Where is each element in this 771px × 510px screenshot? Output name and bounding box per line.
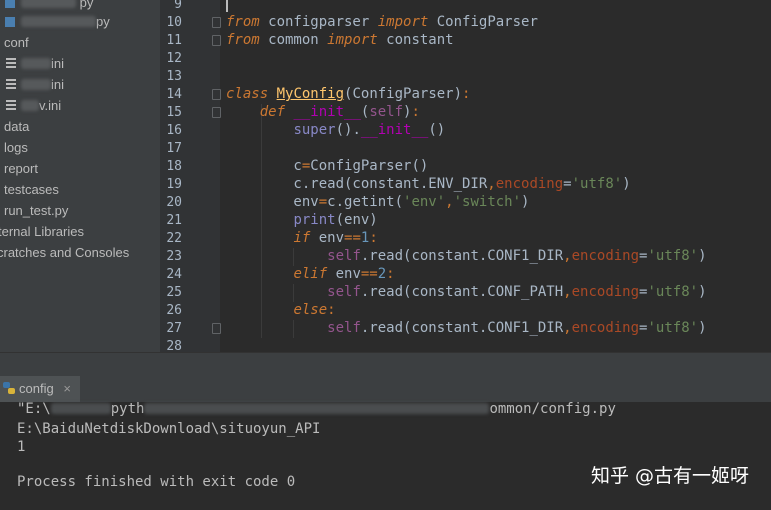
- tree-item-label: run_test.py: [4, 203, 69, 218]
- cmd-text: ommon/config.py: [489, 401, 616, 417]
- ini-file-icon: [4, 76, 18, 89]
- blurred-name: [21, 0, 76, 8]
- code-line-14[interactable]: class MyConfig(ConfigParser):: [226, 85, 470, 103]
- code-line-23[interactable]: self.read(constant.CONF1_DIR,encoding='u…: [226, 247, 706, 265]
- code-line-16[interactable]: super().__init__(): [226, 121, 445, 139]
- blurred-path: [50, 403, 111, 414]
- cmd-text: "E:\: [17, 401, 51, 417]
- blurred-name: [21, 79, 51, 90]
- tree-item-label: conf: [4, 35, 29, 50]
- code-line-27[interactable]: self.read(constant.CONF1_DIR,encoding='u…: [226, 319, 706, 337]
- watermark: 知乎 @古有一姬呀: [590, 465, 749, 487]
- tree-item-label: testcases: [4, 182, 59, 197]
- console-cwd-line: E:\BaiduNetdiskDownload\situoyun_API: [17, 421, 321, 437]
- panel-divider[interactable]: [0, 352, 771, 377]
- python-file-icon: [4, 13, 18, 27]
- tree-item-folder-data[interactable]: data: [4, 116, 29, 137]
- cmd-text: pyth: [110, 401, 145, 417]
- code-line-24[interactable]: elif env==2:: [226, 265, 394, 283]
- fold-marker[interactable]: [212, 89, 221, 100]
- line-number: 17: [166, 141, 182, 156]
- tree-item-label: py: [79, 0, 94, 10]
- console-exit-line: Process finished with exit code 0: [17, 474, 296, 490]
- code-line-26[interactable]: else:: [226, 301, 335, 319]
- tree-item-ini-3[interactable]: v.ini: [4, 95, 61, 116]
- code-line-21[interactable]: print(env): [226, 211, 377, 229]
- fold-marker[interactable]: [212, 107, 221, 118]
- tree-item-folder-report[interactable]: report: [4, 158, 38, 179]
- line-number: 18: [166, 159, 182, 174]
- code-line-10[interactable]: from configparser import ConfigParser: [226, 13, 538, 31]
- line-number: 22: [166, 231, 182, 246]
- line-number: 25: [166, 285, 182, 300]
- line-number: 26: [166, 303, 182, 318]
- tree-item-label: ini: [51, 56, 65, 71]
- line-number: 15: [166, 105, 182, 120]
- tree-item-folder-logs[interactable]: logs: [4, 137, 28, 158]
- console-output-line: 1: [17, 439, 26, 455]
- tree-item-scratches[interactable]: cratches and Consoles: [0, 242, 129, 263]
- run-tab-label: config: [19, 381, 54, 396]
- line-number: 9: [174, 0, 182, 12]
- tree-item-folder-testcases[interactable]: testcases: [4, 179, 59, 200]
- tree-item-run-test[interactable]: run_test.py: [4, 200, 68, 221]
- tree-item-label: logs: [4, 140, 28, 155]
- tree-item-label: v.ini: [39, 98, 62, 113]
- tree-item-label: report: [4, 161, 38, 176]
- blurred-name: [21, 100, 39, 111]
- line-number: 24: [166, 267, 182, 282]
- line-number: 14: [166, 87, 182, 102]
- run-tab-config[interactable]: config ×: [0, 376, 80, 402]
- code-line-18[interactable]: c=ConfigParser(): [226, 157, 428, 175]
- fold-marker[interactable]: [212, 35, 221, 46]
- console-command-line: "E:\ pyth ommon/config.py: [17, 400, 616, 418]
- line-number: 19: [166, 177, 182, 192]
- tree-item-label: ternal Libraries: [0, 224, 84, 239]
- python-icon: [2, 378, 16, 394]
- ini-file-icon: [4, 55, 18, 68]
- code-line-20[interactable]: env=c.getint('env','switch'): [226, 193, 529, 211]
- tree-item-ini-2[interactable]: ini: [4, 74, 64, 95]
- line-number: 11: [166, 33, 182, 48]
- code-line-15[interactable]: def __init__(self):: [226, 103, 420, 121]
- python-file-icon: [4, 0, 18, 8]
- blurred-name: [21, 16, 96, 27]
- line-number: 13: [166, 69, 182, 84]
- fold-marker[interactable]: [212, 323, 221, 334]
- tree-item-label: ini: [51, 77, 65, 92]
- code-line-19[interactable]: c.read(constant.ENV_DIR,encoding='utf8'): [226, 175, 630, 193]
- line-number: 10: [166, 15, 182, 30]
- line-number: 16: [166, 123, 182, 138]
- tree-item-ini-1[interactable]: ini: [4, 53, 64, 74]
- run-toolbar: config ×: [0, 376, 771, 403]
- line-number: 23: [166, 249, 182, 264]
- ini-file-icon: [4, 97, 18, 110]
- tree-item-label: data: [4, 119, 30, 134]
- tree-item-label: py: [96, 14, 110, 29]
- tree-item-folder-conf[interactable]: conf: [4, 32, 29, 53]
- code-line-25[interactable]: self.read(constant.CONF_PATH,encoding='u…: [226, 283, 706, 301]
- blurred-name: [21, 58, 51, 69]
- close-icon[interactable]: ×: [63, 381, 71, 396]
- code-line-11[interactable]: from common import constant: [226, 31, 454, 49]
- text-cursor: [226, 0, 228, 12]
- tree-item-external-libraries[interactable]: ternal Libraries: [0, 221, 84, 242]
- project-tree-panel: py py conf ini ini v.ini data logs repor…: [0, 0, 161, 370]
- blurred-path: [144, 403, 490, 414]
- fold-marker[interactable]: [212, 17, 221, 28]
- line-number: 20: [166, 195, 182, 210]
- tree-item-label: cratches and Consoles: [0, 245, 130, 260]
- code-line-22[interactable]: if env==1:: [226, 229, 377, 247]
- tree-item-file-2[interactable]: py: [4, 11, 110, 32]
- line-number: 21: [166, 213, 182, 228]
- run-console[interactable]: [0, 402, 771, 510]
- line-number: 27: [166, 321, 182, 336]
- line-number: 12: [166, 51, 182, 66]
